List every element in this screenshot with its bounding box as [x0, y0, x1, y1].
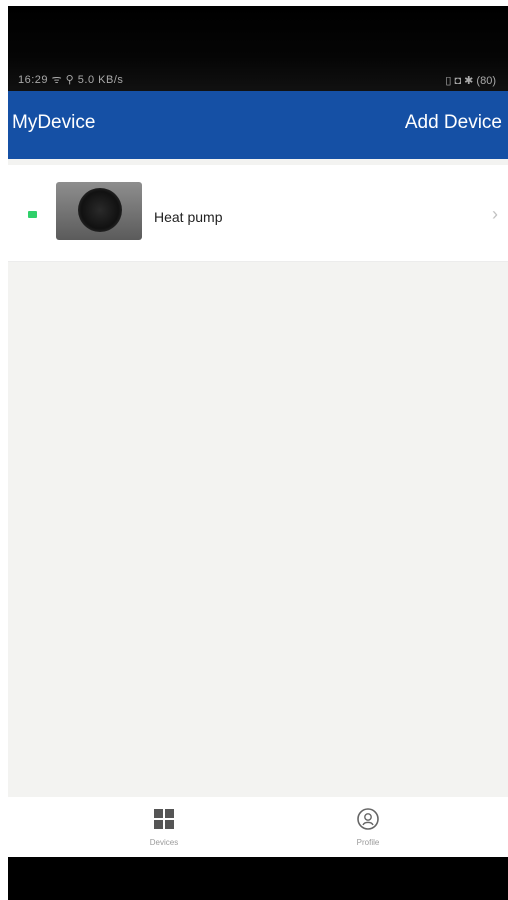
tab-profile-label: Profile [356, 838, 380, 847]
phone-screen: 16:29 ᯤ ⚲ 5.0 KB/s ▯ ◘ ✱ (80) MyDevice A… [8, 6, 508, 900]
heat-pump-thumbnail [56, 182, 142, 240]
status-bar: 16:29 ᯤ ⚲ 5.0 KB/s ▯ ◘ ✱ (80) [8, 6, 508, 91]
status-bar-right: ▯ ◘ ✱ (80) [445, 75, 496, 87]
device-name: Heat pump [154, 209, 223, 225]
profile-icon-svg [357, 808, 379, 830]
tab-profile[interactable]: Profile [308, 797, 428, 857]
device-list: Heat pump › [8, 159, 508, 797]
bottom-tab-bar: Devices Profile [8, 797, 508, 857]
online-status-dot [28, 211, 37, 218]
device-row-heat-pump[interactable]: Heat pump › [8, 165, 508, 262]
system-nav-area [8, 857, 508, 900]
tab-devices-label: Devices [149, 838, 179, 847]
grid-icon [104, 807, 224, 836]
grid-icon-svg [154, 809, 174, 829]
status-bar-left: 16:29 ᯤ ⚲ 5.0 KB/s [18, 74, 124, 86]
app-bar: MyDevice Add Device [8, 91, 508, 159]
page-title: MyDevice [12, 112, 96, 133]
chevron-right-icon: › [492, 204, 498, 224]
profile-icon [308, 807, 428, 836]
fan-graphic [78, 188, 122, 232]
tab-devices[interactable]: Devices [104, 797, 224, 857]
add-device-button[interactable]: Add Device [405, 112, 502, 134]
